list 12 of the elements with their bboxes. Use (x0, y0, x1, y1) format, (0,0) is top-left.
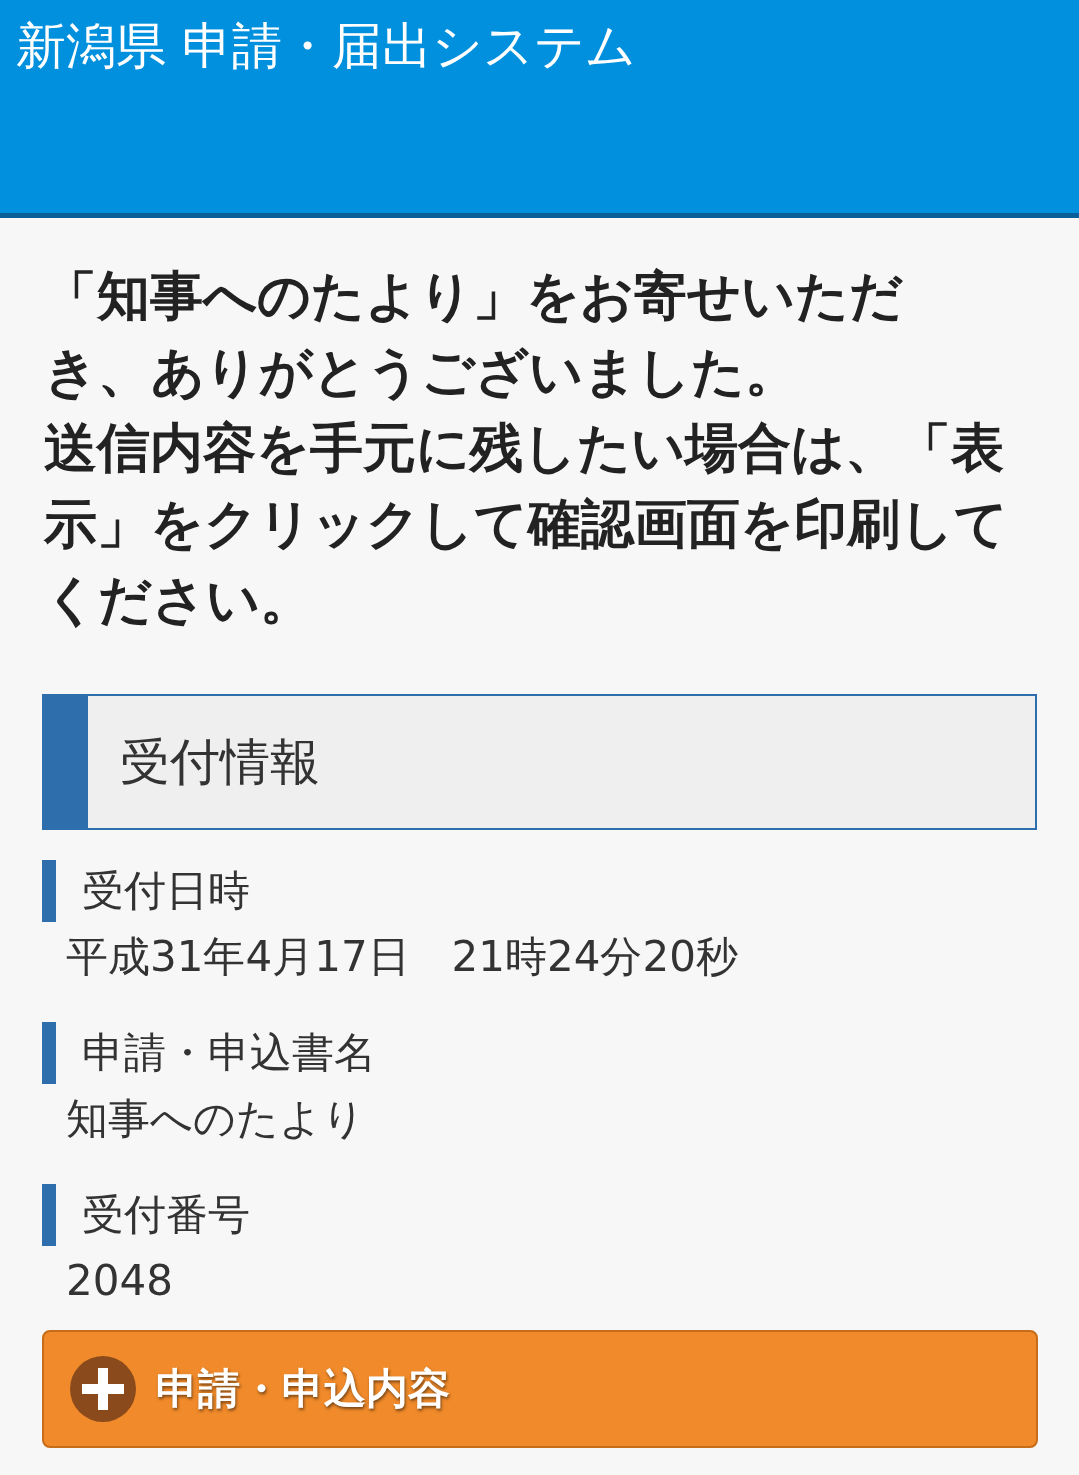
field-label: 申請・申込書名 (42, 1022, 1037, 1084)
section-title: 受付情報 (120, 731, 320, 793)
field-value: 平成31年4月17日 21時24分20秒 (65, 931, 739, 983)
site-title: 新潟県 申請・届出システム (16, 17, 636, 75)
field-label: 受付日時 (42, 860, 1037, 922)
plus-icon (70, 1356, 136, 1422)
thank-you-message: 「知事へのたより」をお寄せいただき、ありがとうございました。 (44, 264, 904, 404)
thank-you-message: 送信内容を手元に残したい場合は、「表示」をクリックして確認画面を印刷してください。 (44, 416, 1009, 632)
field-label: 受付番号 (42, 1184, 1037, 1246)
field-value: 2048 (65, 1255, 174, 1307)
expand-button[interactable]: 申請・申込内容 (42, 1330, 1038, 1448)
field-value: 知事へのたより (65, 1093, 366, 1145)
